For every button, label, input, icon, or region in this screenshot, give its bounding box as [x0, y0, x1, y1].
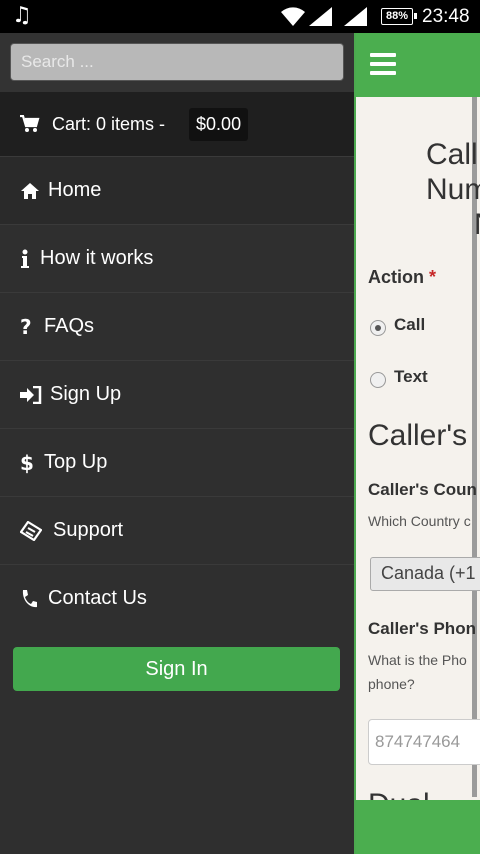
sidebar-item-support[interactable]: Support [0, 496, 354, 564]
status-bar: ♫ 88% 23:48 [0, 0, 480, 33]
country-label: Caller's Coun [368, 480, 477, 499]
call-radio[interactable] [370, 320, 386, 336]
sidebar-item-label: Home [48, 179, 102, 201]
home-icon [20, 182, 48, 200]
phone-help: What is the Pho [368, 652, 467, 668]
phone-label: Caller's Phon [368, 619, 476, 638]
cell-signal-icon [344, 7, 367, 26]
required-mark: * [429, 267, 437, 287]
sign-in-button[interactable]: Sign In [13, 647, 340, 691]
battery-indicator: 88% [381, 8, 417, 25]
question-icon: ? [20, 314, 32, 339]
country-select[interactable]: Canada (+1 [370, 557, 480, 591]
sidebar-item-label: Support [53, 519, 124, 541]
sidebar-item-label: Sign Up [50, 383, 122, 405]
sidebar-item-label: FAQs [44, 315, 95, 337]
text-radio[interactable] [370, 372, 386, 388]
phone-icon [20, 589, 48, 609]
sidebar-item-contact-us[interactable]: Contact Us [0, 564, 354, 632]
search-input[interactable] [10, 43, 344, 81]
info-icon [20, 249, 40, 269]
sidebar-item-faqs[interactable]: ? FAQs [0, 292, 354, 360]
sidebar-item-how-it-works[interactable]: How it works [0, 224, 354, 292]
hamburger-menu-icon[interactable] [370, 53, 396, 80]
sign-in-icon [20, 385, 50, 404]
cart-label: Cart: 0 items - [52, 113, 166, 134]
cart-amount: $0.00 [189, 107, 249, 141]
cart-icon [20, 115, 40, 133]
page-title-line: Call [426, 138, 478, 171]
clock: 23:48 [422, 6, 470, 27]
text-radio-label[interactable]: Text [394, 367, 428, 387]
country-help: Which Country c [368, 513, 471, 529]
section-title: Caller's [368, 419, 468, 452]
sidebar-menu: Cart: 0 items - $0.00 Home How it works … [0, 33, 354, 854]
sidebar-item-home[interactable]: Home [0, 156, 354, 224]
top-app-bar [356, 33, 480, 97]
nav-list: Home How it works ? FAQs Sign Up $ Top U… [0, 156, 354, 632]
cart-summary[interactable]: Cart: 0 items - $0.00 [0, 92, 354, 156]
sidebar-item-label: Contact Us [48, 587, 147, 609]
sidebar-item-sign-up[interactable]: Sign Up [0, 360, 354, 428]
music-note-icon: ♫ [12, 3, 32, 28]
main-content: Call Num N Action * Call Text Caller's C… [354, 33, 480, 854]
ticket-icon [20, 520, 53, 541]
bottom-bar [356, 800, 480, 854]
call-radio-label[interactable]: Call [394, 315, 425, 335]
wifi-icon [281, 7, 305, 27]
cell-signal-icon [309, 7, 332, 26]
action-label: Action * [368, 267, 436, 288]
sidebar-item-top-up[interactable]: $ Top Up [0, 428, 354, 496]
sidebar-item-label: Top Up [44, 451, 108, 473]
action-label-text: Action [368, 267, 424, 287]
phone-help: phone? [368, 676, 415, 692]
phone-input[interactable]: 874747464 [368, 719, 480, 765]
page-title-line: Num [426, 173, 480, 206]
page-title-line: N [474, 208, 480, 242]
dollar-icon: $ [20, 450, 34, 475]
sidebar-item-label: How it works [40, 247, 154, 269]
search-area [0, 33, 354, 92]
